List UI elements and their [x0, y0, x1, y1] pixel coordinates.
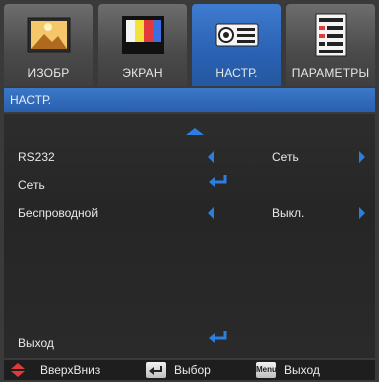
footer-hint-bar: ВверхВниз Выбор Menu Выход: [4, 360, 375, 380]
tab-options[interactable]: ПАРАМЕТРЫ: [286, 4, 375, 86]
arrow-right-icon[interactable]: [359, 207, 365, 219]
menu-item-label: RS232: [18, 150, 55, 164]
osd-menu: ИЗОБР ЭКРАН НАСТР. ПАРАМЕТРЫ НАСТР. RS23…: [0, 0, 379, 382]
enter-icon[interactable]: [208, 330, 228, 344]
menu-item-label: Сеть: [18, 178, 45, 192]
hint-updown: ВверхВниз: [40, 363, 101, 377]
menu-panel: RS232 Сеть Сеть Беспроводной Выкл. Выход: [4, 114, 375, 358]
hint-select: Выбор: [174, 363, 211, 377]
tab-screen[interactable]: ЭКРАН: [98, 4, 187, 86]
hint-exit: Выход: [284, 363, 320, 377]
tab-picture-label: ИЗОБР: [27, 66, 70, 80]
arrow-right-icon[interactable]: [359, 151, 365, 163]
scroll-up-icon[interactable]: [186, 128, 204, 135]
menu-item-label: Беспроводной: [18, 206, 99, 220]
menu-key-icon: Menu: [256, 362, 277, 378]
tab-picture[interactable]: ИЗОБР: [4, 4, 93, 86]
enter-key-icon: [146, 362, 166, 378]
section-title-bar: НАСТР.: [4, 88, 375, 112]
arrow-left-icon[interactable]: [208, 151, 214, 163]
tab-bar: ИЗОБР ЭКРАН НАСТР. ПАРАМЕТРЫ: [4, 4, 375, 86]
tab-setup[interactable]: НАСТР.: [192, 4, 281, 86]
projector-icon: [215, 23, 259, 47]
menu-item-value: Выкл.: [272, 206, 305, 220]
picture-icon: [27, 17, 71, 53]
arrow-left-icon[interactable]: [208, 207, 214, 219]
tab-setup-label: НАСТР.: [215, 66, 258, 80]
menu-item-label: Выход: [18, 336, 54, 350]
menu-item-value: Сеть: [272, 150, 299, 164]
up-down-icon: [11, 363, 25, 377]
tab-options-label: ПАРАМЕТРЫ: [291, 66, 370, 80]
tab-screen-label: ЭКРАН: [122, 66, 163, 80]
page-title: НАСТР.: [10, 93, 52, 107]
screen-icon: [122, 16, 164, 54]
options-icon: [315, 13, 347, 57]
enter-icon[interactable]: [208, 174, 228, 188]
